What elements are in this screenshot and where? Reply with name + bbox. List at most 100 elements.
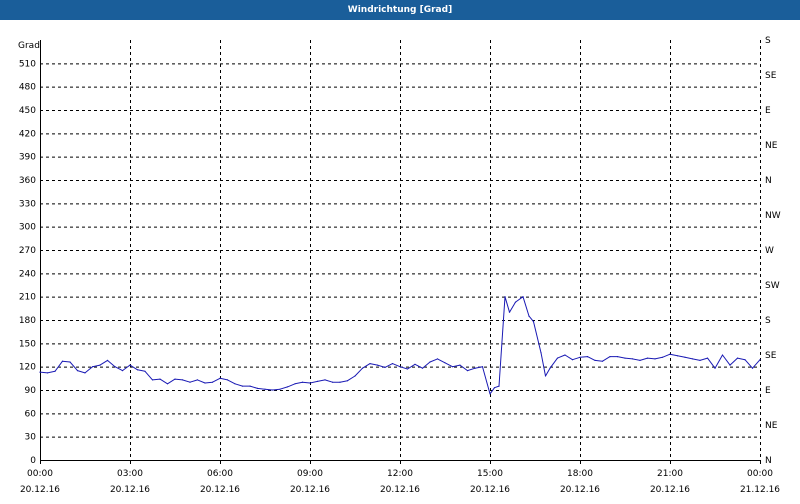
data-point xyxy=(744,359,746,361)
data-point xyxy=(736,357,739,359)
y-tick-label: 0 xyxy=(30,456,36,466)
x-tick-time: 15:00 xyxy=(477,469,503,479)
y-tick-label: 210 xyxy=(19,293,36,303)
data-point xyxy=(528,315,530,317)
data-point xyxy=(204,382,206,384)
y-right-tick-label: NW xyxy=(765,211,781,221)
x-tick-time: 00:00 xyxy=(747,469,773,479)
y-tick-label: 300 xyxy=(19,223,36,233)
x-tick-time: 00:00 xyxy=(27,469,53,479)
y-tick-label: 150 xyxy=(19,339,36,349)
y-right-tick-label: E xyxy=(765,106,771,116)
data-point xyxy=(121,370,124,372)
data-point xyxy=(354,375,356,377)
x-tick-date: 20.12.16 xyxy=(200,485,240,495)
x-tick-date: 20.12.16 xyxy=(380,485,420,495)
y-right-tick-label: NE xyxy=(765,141,778,151)
data-point xyxy=(714,367,716,369)
data-point xyxy=(144,370,146,372)
data-point xyxy=(399,366,401,368)
data-point xyxy=(361,367,364,369)
data-point xyxy=(376,364,379,366)
data-point xyxy=(384,366,386,368)
data-point xyxy=(481,366,484,368)
y-tick-label: 360 xyxy=(19,176,36,186)
data-point xyxy=(264,388,266,390)
data-point xyxy=(601,360,604,362)
data-point xyxy=(339,381,341,383)
data-point xyxy=(631,358,634,360)
x-tick-time: 12:00 xyxy=(387,469,413,479)
data-point xyxy=(729,364,731,366)
data-point xyxy=(504,296,506,298)
data-point xyxy=(324,379,326,381)
data-point xyxy=(54,370,56,372)
data-point xyxy=(493,387,496,389)
x-tick-time: 06:00 xyxy=(207,469,233,479)
x-tick-time: 18:00 xyxy=(567,469,593,479)
data-point xyxy=(391,363,394,365)
data-point xyxy=(99,364,101,366)
data-point xyxy=(466,370,469,372)
data-point xyxy=(508,311,511,313)
data-point xyxy=(706,357,709,359)
data-point xyxy=(69,361,71,363)
data-point xyxy=(609,356,611,358)
data-point xyxy=(211,381,214,383)
chart-title: Windrichtung [Grad] xyxy=(347,5,453,15)
y-right-tick-label: SE xyxy=(765,71,777,81)
data-point xyxy=(556,357,559,359)
y-right-tick-label: S xyxy=(765,36,771,46)
wind-direction-chart: 0 30 60 90 120 150 180 210 240 270 300 330 360 390 420… xyxy=(18,36,781,495)
data-point xyxy=(309,382,311,384)
data-point xyxy=(624,357,626,359)
y-tick-label: 510 xyxy=(19,59,36,69)
data-point xyxy=(271,389,274,391)
x-tick-date: 21.12.16 xyxy=(740,485,780,495)
y-right-tick-label: S xyxy=(765,316,771,326)
x-tick-time: 03:00 xyxy=(117,469,143,479)
data-point xyxy=(159,378,161,380)
data-point xyxy=(196,379,199,381)
data-point xyxy=(241,385,244,387)
data-point xyxy=(459,364,461,366)
data-point xyxy=(532,321,535,323)
chart-title-bar: Windrichtung [Grad] xyxy=(0,0,800,20)
x-tick-date: 20.12.16 xyxy=(650,485,690,495)
y-tick-label: 450 xyxy=(19,106,36,116)
chart-area: 0 30 60 90 120 150 180 210 240 270 300 330 360 390 420… xyxy=(0,20,800,500)
x-tick-time: 09:00 xyxy=(297,469,323,479)
data-point xyxy=(84,372,86,374)
y-axis-right: N NE E SE S SW W NW N NE E SE S xyxy=(765,36,781,466)
data-point xyxy=(691,358,694,360)
y-tick-label: 120 xyxy=(19,363,36,373)
y-right-tick-label: SE xyxy=(765,351,777,361)
x-tick-date: 20.12.16 xyxy=(110,485,150,495)
data-point xyxy=(279,388,281,390)
x-tick-date: 20.12.16 xyxy=(290,485,330,495)
y-right-tick-label: N xyxy=(765,456,772,466)
data-point xyxy=(136,369,139,371)
data-point xyxy=(522,296,524,298)
data-point xyxy=(301,381,304,383)
data-point xyxy=(346,380,349,382)
data-point xyxy=(684,356,686,358)
y-right-tick-label: NE xyxy=(765,421,778,431)
data-point xyxy=(369,363,371,365)
data-point xyxy=(39,371,41,373)
data-point xyxy=(489,393,491,395)
x-tick-date: 20.12.16 xyxy=(20,485,60,495)
data-point xyxy=(498,385,500,387)
data-point xyxy=(331,381,334,383)
data-point xyxy=(286,386,289,388)
data-point xyxy=(594,359,596,361)
y-tick-label: 30 xyxy=(25,433,37,443)
y-tick-label: 270 xyxy=(19,246,36,256)
y-tick-label: 180 xyxy=(19,316,36,326)
data-point xyxy=(129,364,131,366)
y-tick-label: 240 xyxy=(19,269,36,279)
data-point xyxy=(429,361,431,363)
data-point xyxy=(226,379,229,381)
data-point xyxy=(514,301,517,303)
data-point xyxy=(189,381,191,383)
